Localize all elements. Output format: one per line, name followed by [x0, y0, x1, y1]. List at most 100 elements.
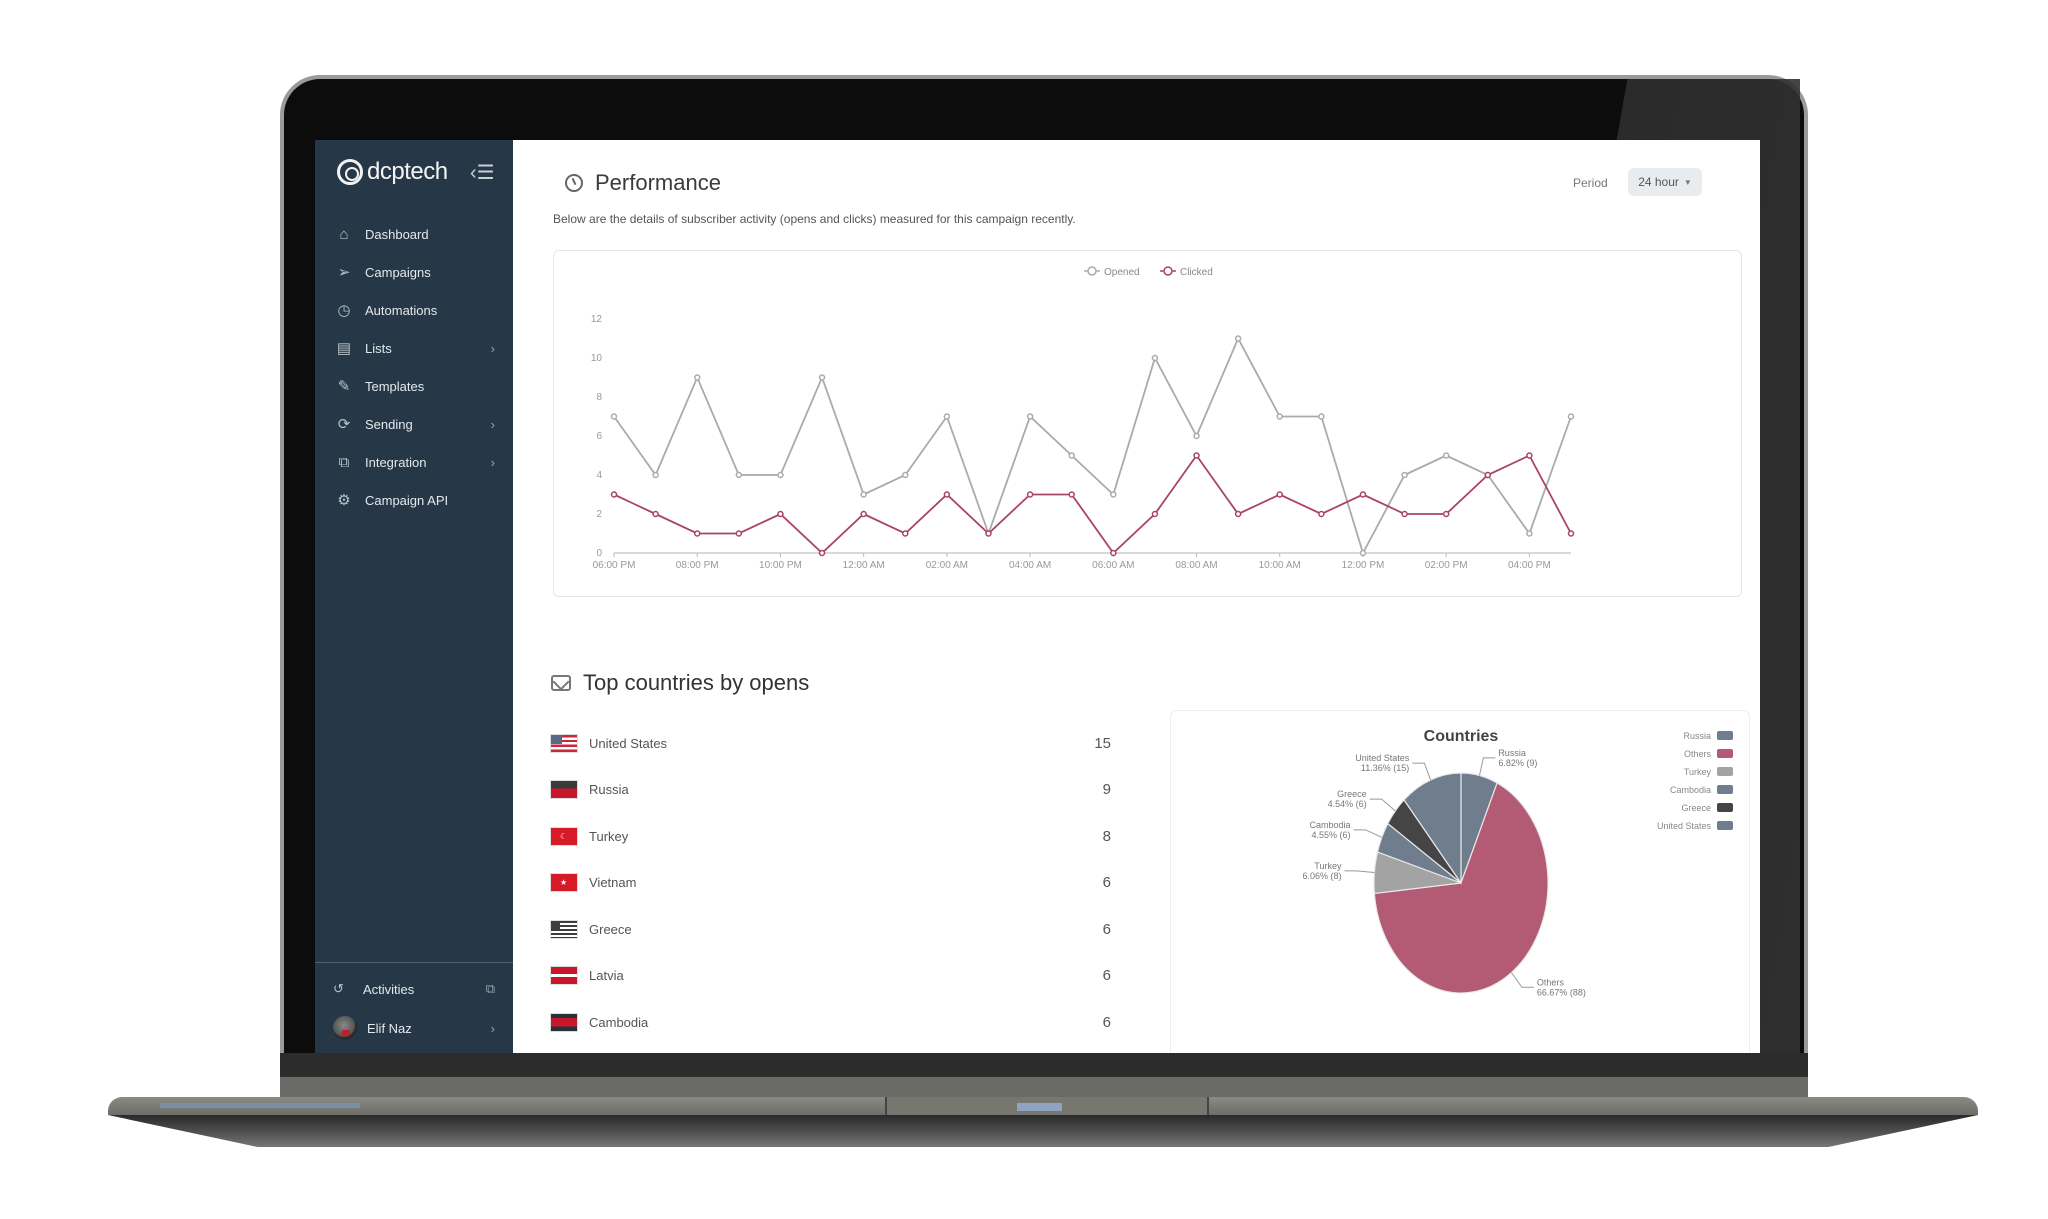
pie-label-value: 11.36% (15): [1361, 763, 1409, 773]
data-point: [1401, 471, 1408, 479]
chart-legend: Opened Clicked: [1084, 266, 1213, 278]
sidebar: dcptech ‹☰ ⌂ Dashboard ➢ Campaigns ◷ Automa…: [315, 140, 513, 1053]
brand-logo[interactable]: dcptech: [337, 158, 448, 186]
pie-legend-label: Russia: [1683, 731, 1711, 741]
brand-name: dcptech: [367, 158, 448, 185]
sidebar-item-activities[interactable]: ↺ Activities ⧉: [315, 971, 513, 1007]
sidebar-item-label: Campaigns: [365, 264, 431, 280]
countries-heading: Top countries by opens: [551, 670, 809, 696]
data-point: [860, 510, 867, 518]
data-point: [652, 471, 659, 479]
country-row: ★ Vietnam 6: [551, 860, 1111, 907]
performance-line-chart: Opened Clicked 0 2 4 6 8 10 12 06:00 PM 08:00 PM 10…: [591, 266, 1575, 571]
country-row: United States 15: [551, 720, 1111, 767]
data-point: [1151, 510, 1159, 518]
pie-title: Countries: [1424, 728, 1499, 745]
sidebar-item-label: Campaign API: [365, 492, 449, 508]
flag-us-icon: [551, 734, 577, 752]
data-point: [902, 530, 909, 537]
country-opens-count: 6: [1102, 874, 1111, 892]
edit-icon: ✎: [337, 378, 351, 395]
sidebar-item-campaigns[interactable]: ➢ Campaigns: [315, 253, 513, 291]
sidebar-item-dashboard[interactable]: ⌂ Dashboard: [315, 215, 513, 253]
sidebar-item-lists[interactable]: ▤ Lists ›: [315, 329, 513, 367]
x-tick-label: 10:00 AM: [1259, 560, 1301, 571]
send-icon: ➢: [337, 264, 351, 281]
sidebar-item-campaign-api[interactable]: ⚙ Campaign API: [315, 481, 513, 519]
section-title: Top countries by opens: [583, 670, 810, 695]
country-row: Latvia 6: [551, 953, 1111, 1000]
data-point: [1359, 491, 1367, 498]
data-point: [1234, 510, 1242, 518]
x-tick-label: 12:00 AM: [843, 560, 885, 571]
sidebar-item-label: Sending: [365, 416, 413, 432]
user-menu[interactable]: Elif Naz ›: [315, 1010, 513, 1046]
pie-legend-swatch: [1717, 749, 1733, 758]
envelope-open-icon: [551, 675, 571, 691]
data-point: [1068, 491, 1075, 498]
data-point: [1484, 471, 1492, 479]
pie-legend-swatch: [1717, 803, 1733, 812]
pie-legend-swatch: [1717, 767, 1733, 776]
pie-label-leader: [1479, 757, 1496, 776]
sidebar-item-label: Dashboard: [365, 226, 429, 242]
flag-vn-icon: ★: [551, 874, 577, 892]
sidebar-item-label: Automations: [365, 302, 438, 318]
flag-ru-icon: [551, 781, 577, 799]
flag-tr-icon: ☾: [551, 827, 577, 845]
main-content: Performance Below are the details of sub…: [513, 140, 1760, 1053]
pie-legend-swatch: [1717, 731, 1733, 740]
legend-label: Clicked: [1180, 267, 1213, 278]
y-tick-label: 8: [596, 392, 602, 403]
caret-down-icon: ▼: [1683, 177, 1692, 187]
page-title: Performance: [595, 170, 721, 195]
legend-item-clicked: Clicked: [1160, 266, 1213, 278]
pie-legend-item: Cambodia: [1670, 785, 1733, 795]
external-link-icon[interactable]: ⧉: [486, 981, 495, 997]
laptop-hinge: [280, 1053, 1808, 1097]
data-point: [818, 549, 826, 557]
pie-label-leader: [1369, 798, 1396, 812]
sidebar-item-label: Lists: [365, 340, 392, 356]
pie-legend-item: Russia: [1683, 731, 1733, 741]
data-point: [693, 374, 701, 381]
laptop-base-bottom: [108, 1115, 1978, 1147]
chevron-right-icon: ›: [490, 1020, 495, 1036]
sidebar-item-label: Templates: [365, 378, 425, 394]
data-point: [610, 413, 618, 420]
data-point: [1026, 491, 1034, 498]
period-select[interactable]: 24 hour ▼: [1628, 168, 1702, 196]
data-point: [1567, 413, 1575, 420]
series-line-opened: [613, 336, 1572, 556]
pie-label-leader: [1353, 829, 1383, 838]
alarm-icon: ◷: [337, 302, 351, 319]
x-tick-label: 02:00 PM: [1425, 560, 1468, 571]
sidebar-item-integration[interactable]: ⧉ Integration ›: [315, 443, 513, 481]
data-point: [902, 471, 909, 479]
data-point: [1318, 510, 1325, 518]
sidebar-item-templates[interactable]: ✎ Templates: [315, 367, 513, 405]
chevron-right-icon: ›: [490, 340, 495, 356]
country-opens-count: 8: [1102, 827, 1111, 845]
data-point: [1151, 354, 1159, 362]
legend-item-opened: Opened: [1084, 266, 1140, 278]
pie-label-name: United States: [1355, 753, 1410, 763]
legend-marker: [1087, 266, 1097, 276]
country-name: Russia: [589, 782, 629, 798]
pie-legend-label: Greece: [1681, 803, 1711, 813]
user-name: Elif Naz: [367, 1020, 412, 1036]
pie-label-value: 4.55% (6): [1311, 830, 1350, 840]
pie-legend-swatch: [1717, 785, 1733, 794]
series-clicked: [610, 452, 1575, 557]
pie-label-value: 6.06% (8): [1302, 871, 1341, 881]
y-tick-label: 10: [591, 353, 603, 364]
pie-legend-swatch: [1717, 821, 1733, 830]
country-name: Greece: [589, 921, 632, 937]
sidebar-item-label: Activities: [363, 981, 415, 997]
data-point: [860, 491, 867, 498]
country-opens-count: 9: [1102, 781, 1111, 799]
sidebar-item-sending[interactable]: ⟳ Sending ›: [315, 405, 513, 443]
collapse-menu-icon[interactable]: ‹☰: [470, 160, 495, 185]
pie-legend-item: United States: [1657, 821, 1733, 831]
sidebar-item-automations[interactable]: ◷ Automations: [315, 291, 513, 329]
